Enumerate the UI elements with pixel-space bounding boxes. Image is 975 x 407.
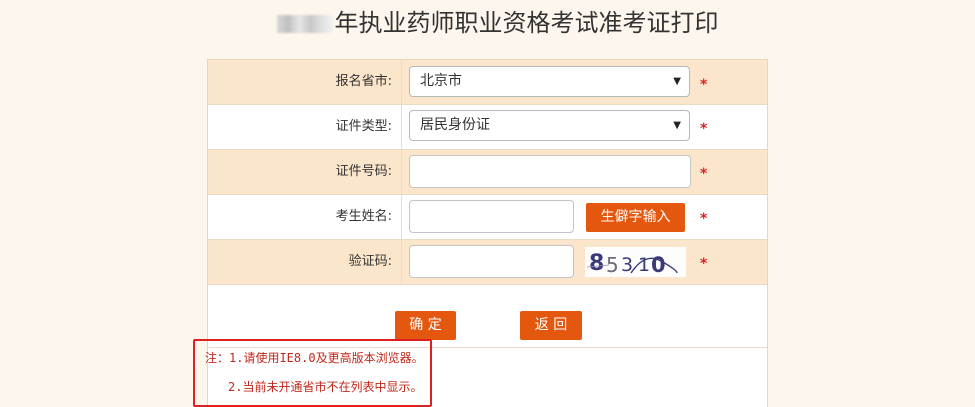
notice-box: 注：1.请使用IE8.0及更高版本浏览器。 2.当前未开通省市不在列表中显示。 — [193, 339, 432, 407]
form-row-province: 报名省市: 北京市 ▼ * — [208, 60, 767, 105]
captcha-input[interactable] — [409, 245, 574, 278]
id-number-label: 证件号码: — [208, 150, 402, 194]
province-select[interactable]: 北京市 ▼ — [409, 66, 690, 97]
chevron-down-icon: ▼ — [673, 120, 681, 131]
captcha-graphic: 8 5 3 1 0 — [586, 251, 678, 277]
required-mark: * — [700, 77, 708, 93]
province-label: 报名省市: — [208, 60, 402, 104]
name-input[interactable] — [409, 200, 574, 233]
form-row-name: 考生姓名: 生僻字输入 * — [208, 195, 767, 240]
captcha-label: 验证码: — [208, 240, 402, 284]
name-label: 考生姓名: — [208, 195, 402, 239]
id-type-select[interactable]: 居民身份证 ▼ — [409, 110, 690, 141]
page-title-text: 年执业药师职业资格考试准考证打印 — [334, 9, 719, 37]
required-mark: * — [700, 256, 708, 272]
province-select-value: 北京市 — [420, 73, 462, 89]
id-number-input[interactable] — [409, 155, 691, 188]
confirm-button[interactable]: 确 定 — [395, 311, 456, 340]
notice-line-1: 注：1.请使用IE8.0及更高版本浏览器。 — [205, 351, 424, 365]
svg-text:0: 0 — [651, 253, 666, 277]
form-row-id-type: 证件类型: 居民身份证 ▼ * — [208, 105, 767, 150]
chevron-down-icon: ▼ — [673, 76, 681, 87]
back-button[interactable]: 返 回 — [520, 311, 582, 340]
svg-text:1: 1 — [638, 254, 650, 276]
form-row-captcha: 验证码: 8 5 3 1 0 * — [208, 240, 767, 285]
required-mark: * — [700, 121, 708, 137]
rare-char-input-button[interactable]: 生僻字输入 — [586, 203, 685, 232]
form-row-id-number: 证件号码: * — [208, 150, 767, 195]
notice-line-2: 2.当前未开通省市不在列表中显示。 — [228, 380, 423, 394]
svg-text:8: 8 — [589, 251, 604, 276]
page-title: 年执业药师职业资格考试准考证打印 — [0, 0, 975, 46]
captcha-image[interactable]: 8 5 3 1 0 — [585, 247, 686, 277]
blurred-year-placeholder — [276, 15, 333, 33]
id-type-select-value: 居民身份证 — [420, 117, 490, 133]
required-mark: * — [700, 166, 708, 182]
required-mark: * — [700, 211, 708, 227]
id-type-label: 证件类型: — [208, 105, 402, 149]
